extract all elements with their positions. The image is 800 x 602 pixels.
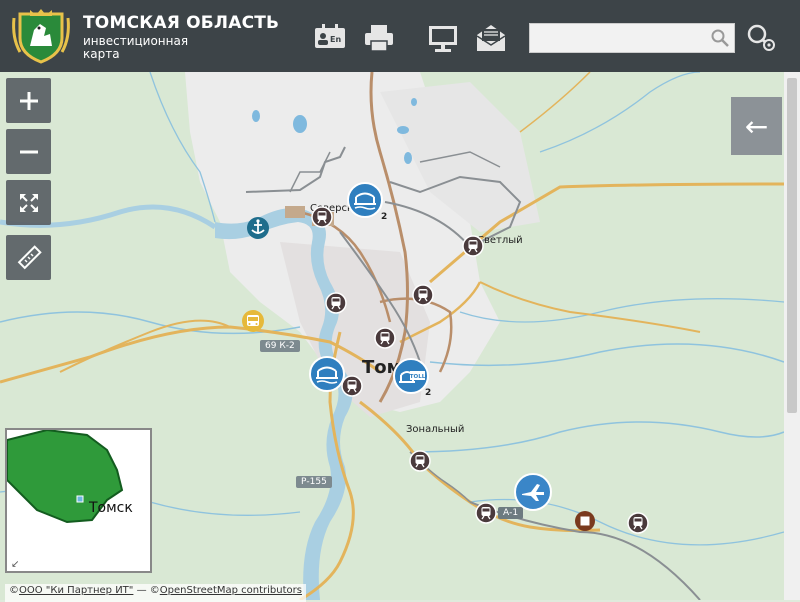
river-port-anchor-icon[interactable] [246,216,270,240]
presentation-icon[interactable] [426,22,460,54]
bridge-marker-icon[interactable] [309,356,345,392]
railway-station-icon[interactable] [475,502,497,524]
ruler-icon [17,244,42,269]
advanced-search-icon[interactable] [744,21,778,55]
zoom-in-button[interactable] [6,78,51,123]
overview-minimap[interactable]: Томск ↙ [5,428,152,573]
road-shield-69k2: 69 К-2 [260,340,300,352]
road-shield-p155: Р-155 [296,476,332,488]
app-header: ТОМСКАЯ ОБЛАСТЬ инвестиционная карта En [0,0,800,72]
airport-icon[interactable] [514,473,552,511]
expand-arrows-icon [19,193,38,212]
bus-station-icon[interactable] [241,309,265,333]
railway-station-icon[interactable] [627,512,649,534]
minus-icon [19,150,38,153]
page-scrollbar[interactable] [784,72,800,600]
language-en-icon[interactable]: En [313,22,347,54]
plus-icon [19,91,38,110]
partner-link[interactable]: ООО "Ки Партнер ИТ" [19,585,133,596]
attribution-separator: — © [133,585,160,596]
search-box [529,23,735,53]
railway-station-icon[interactable] [325,292,347,314]
email-icon[interactable] [474,22,508,54]
tomsk-coat-of-arms-logo[interactable] [10,8,72,66]
minimap-collapse-icon[interactable]: ↙ [11,559,19,570]
railway-station-icon[interactable] [311,206,333,228]
scrollbar-thumb[interactable] [787,78,797,413]
region-title: ТОМСКАЯ ОБЛАСТЬ [83,13,280,33]
industrial-site-icon[interactable] [574,510,596,532]
arrow-left-icon: ← [744,109,769,143]
zoom-out-button[interactable] [6,129,51,174]
railway-station-icon[interactable] [409,450,431,472]
print-icon[interactable] [362,22,396,54]
osm-link[interactable]: OpenStreetMap contributors [160,585,302,596]
toll-bridge-marker-icon[interactable]: TOLL [393,358,429,394]
side-panel-toggle-button[interactable]: ← [731,97,782,155]
svg-text:En: En [330,35,341,44]
map-label-zonalny[interactable]: Зональный [406,424,464,435]
toll-label: TOLL [410,374,426,380]
attribution-prefix: © [9,585,19,596]
map-attribution: ©ООО "Ки Партнер ИТ" — ©OpenStreetMap co… [5,584,306,602]
railway-station-icon[interactable] [462,235,484,257]
railway-station-icon[interactable] [412,284,434,306]
search-input[interactable] [530,24,712,52]
search-icon[interactable] [710,28,730,48]
minimap-label-tomsk: Томск [89,500,133,516]
railway-station-icon[interactable] [341,375,363,397]
railway-station-icon[interactable] [374,327,396,349]
fullscreen-button[interactable] [6,180,51,225]
measure-distance-button[interactable] [6,235,51,280]
bridge-marker-icon[interactable] [347,182,383,218]
app-subtitle: инвестиционная карта [83,34,189,61]
